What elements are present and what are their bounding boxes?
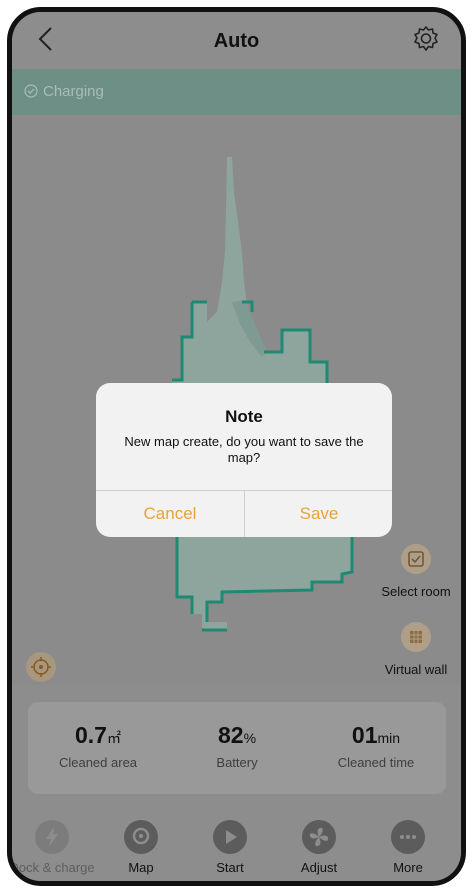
tab-label: Adjust — [300, 860, 338, 875]
stat-unit: min — [377, 730, 401, 746]
stat-cleaned-area: 0.7㎡ Cleaned area — [28, 722, 168, 770]
tab-dock-charge[interactable]: Dock & charge — [9, 820, 97, 875]
save-map-dialog: Note New map create, do you want to save… — [96, 383, 392, 537]
top-bar: Auto — [12, 12, 461, 69]
play-icon — [213, 820, 247, 854]
map-pin-icon — [124, 820, 158, 854]
status-bar: Charging — [12, 69, 461, 115]
stat-battery: 82% Battery — [167, 722, 307, 770]
crosshair-icon — [31, 657, 51, 677]
tab-label: More — [393, 860, 423, 875]
save-button[interactable]: Save — [245, 491, 392, 537]
dialog-title: Note — [225, 407, 263, 426]
dialog-message: New map create, do you want to save the … — [124, 434, 364, 465]
select-room-label: Select room — [381, 584, 451, 599]
select-room-button[interactable] — [401, 544, 431, 574]
tab-label: Dock & charge — [9, 860, 95, 875]
tab-label: Map — [128, 860, 154, 875]
app-screen: Auto Charging Select room Virtual wall 0… — [12, 12, 461, 881]
cancel-button[interactable]: Cancel — [96, 491, 244, 537]
stat-cleaned-time: 01min Cleaned time — [306, 722, 446, 770]
more-dots-icon — [391, 820, 425, 854]
phone-frame: Auto Charging Select room Virtual wall 0… — [7, 7, 466, 886]
settings-gear-icon[interactable] — [411, 24, 441, 54]
stat-unit: ㎡ — [106, 730, 121, 746]
stat-label: Cleaned time — [337, 755, 415, 770]
stat-value: 01 — [351, 722, 378, 748]
tab-map[interactable]: Map — [96, 820, 186, 875]
locate-robot-button[interactable] — [26, 652, 56, 682]
fan-icon — [302, 820, 336, 854]
virtual-wall-button[interactable] — [401, 622, 431, 652]
page-title: Auto — [213, 30, 260, 52]
tab-more[interactable]: More — [363, 820, 453, 875]
virtual-wall-icon — [410, 631, 422, 643]
stat-value: 82 — [217, 722, 244, 748]
tab-adjust[interactable]: Adjust — [274, 820, 364, 875]
bottom-tab-bar: Dock & charge Map Start Adjust More — [12, 812, 461, 881]
status-text: Charging — [43, 83, 104, 100]
stat-value: 0.7 — [75, 722, 107, 748]
virtual-wall-label: Virtual wall — [384, 662, 448, 677]
stat-label: Battery — [216, 755, 258, 770]
check-circle-icon — [24, 84, 38, 98]
tab-start[interactable]: Start — [185, 820, 275, 875]
tab-label: Start — [216, 860, 244, 875]
bolt-icon — [35, 820, 69, 854]
select-room-icon — [408, 551, 424, 567]
stat-unit: % — [243, 730, 257, 746]
cleaning-stats-panel: 0.7㎡ Cleaned area 82% Battery 01min Clea… — [28, 702, 446, 794]
stat-label: Cleaned area — [58, 755, 138, 770]
